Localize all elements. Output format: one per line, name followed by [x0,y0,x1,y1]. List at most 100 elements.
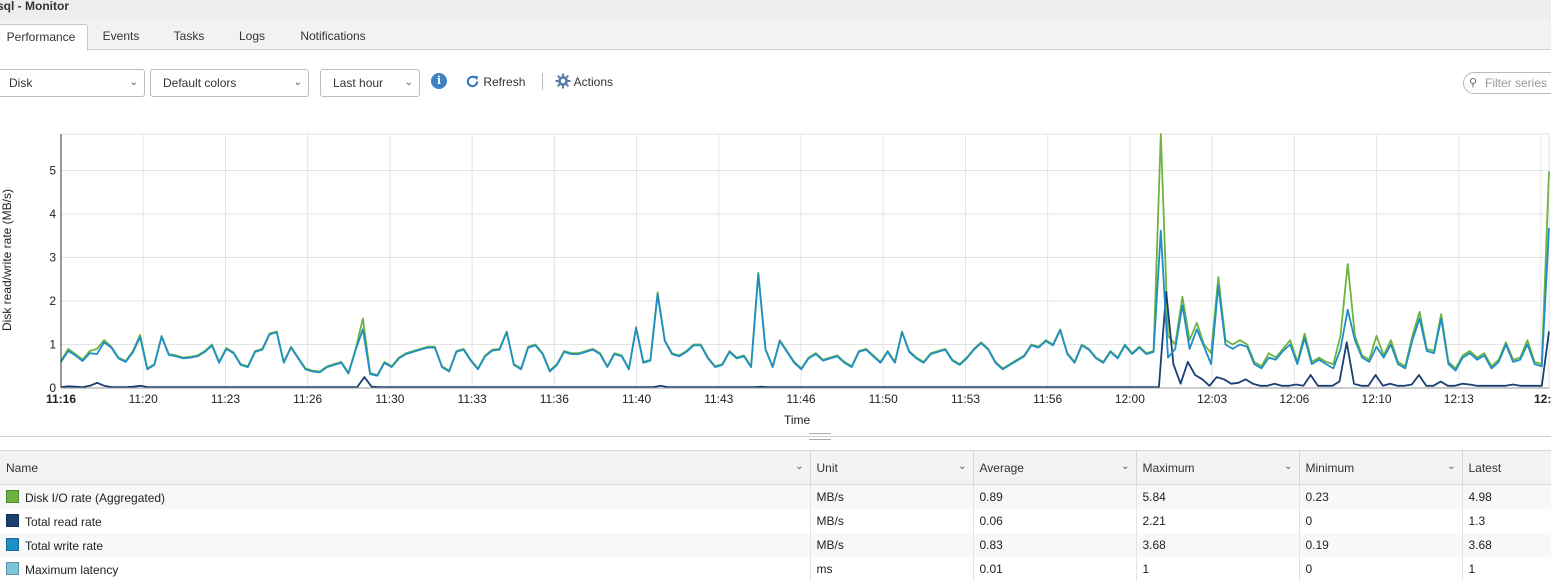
search-icon: ⚲ [1469,77,1478,89]
period-select[interactable]: Last hour ⌄ [320,69,420,97]
x-tick-label: 11:53 [951,392,980,406]
chevron-down-icon: ⌄ [293,77,302,88]
table-cell: Maximum latency [0,557,811,581]
table-cell: 0 [1299,557,1463,581]
chevron-down-icon: ⌄ [129,77,138,88]
cell-text: ms [816,562,833,576]
tab-tasks[interactable]: Tasks [166,25,212,48]
table-cell: ms [810,557,974,581]
actions-button[interactable]: Actions [555,72,613,92]
performance-chart: 01234511:16 11:20 11:23 11:26 11:30 11:33 11:3… [46,133,1551,406]
tab-notifications[interactable]: Notifications [292,25,374,48]
info-icon[interactable]: i [431,73,447,89]
metric-select-value: Disk [9,76,33,90]
y-axis-label: Disk read/write rate (MB/s) [0,188,14,332]
table-cell: 0 [1299,509,1463,533]
column-header-unit[interactable]: Unit ⌄ [810,450,974,485]
cell-text: 1 [1468,562,1476,576]
tab-logs[interactable]: Logs [232,25,272,48]
tab-bar: Performance Events Tasks Logs Notificati… [0,20,1551,51]
pane-divider [0,436,1551,437]
x-tick-label: 11:56 [1033,392,1062,406]
toolbar-separator [542,73,543,90]
cell-text: Total read rate [25,514,102,529]
table-cell: MB/s [810,509,974,533]
table-cell: 0.23 [1299,484,1463,509]
table-cell: Total read rate [0,509,811,533]
tab-events[interactable]: Events [96,25,146,48]
refresh-label: Refresh [483,75,526,89]
cell-text: Disk I/O rate (Aggregated) [25,490,166,505]
table-cell: 0.06 [973,509,1137,533]
column-header-minimum[interactable]: Minimum ⌄ [1299,450,1463,485]
x-tick-label: 11:20 [129,392,158,406]
metric-select[interactable]: Disk ⌄ [0,69,145,97]
table-row[interactable]: Total read rate MB/s 0.06 2.21 0 1.3 [0,509,1551,533]
x-tick-label: 11:23 [211,392,240,406]
column-header-maximum[interactable]: Maximum ⌄ [1136,450,1300,485]
cell-text: Maximum latency [25,562,119,577]
table-cell: 4.98 [1462,484,1551,509]
table-row[interactable]: Disk I/O rate (Aggregated) MB/s 0.89 5.84 0.… [0,484,1551,509]
x-tick-label: 11:43 [704,392,733,406]
cell-text: 0.01 [979,562,1003,576]
chevron-down-icon: ⌄ [1447,461,1456,472]
x-tick-label: 11:50 [869,392,898,406]
cell-text: 2.21 [1142,514,1166,528]
table-row[interactable]: Total write rate MB/s 0.83 3.68 0.19 3.68 [0,533,1551,557]
y-tick-label: 5 [49,164,56,178]
table-cell: 3.68 [1462,533,1551,557]
cell-text: 0 [1305,562,1313,576]
plot-background [60,133,1550,389]
y-tick-label: 3 [49,251,56,265]
refresh-button[interactable]: Refresh [465,72,525,92]
table-cell: 0.01 [973,557,1137,581]
table-cell: Total write rate [0,533,811,557]
y-tick-label: 1 [49,338,56,352]
tab-performance[interactable]: Performance [0,24,88,51]
series-color-swatch [6,537,19,551]
x-tick-label: 11:46 [786,392,815,406]
table-cell: MB/s [810,484,974,509]
table-row[interactable]: Maximum latency ms 0.01 1 0 1 [0,557,1551,581]
cell-text: 3.68 [1468,538,1492,552]
y-tick-label: 4 [49,207,56,221]
table-cell: 1 [1462,557,1551,581]
series-color-swatch [6,513,19,527]
series-color-swatch [6,489,19,503]
actions-label: Actions [573,75,614,89]
x-tick-label: 12:10 [1362,392,1392,406]
cell-text: 3.68 [1142,538,1166,552]
x-tick-label: 11:36 [540,392,569,406]
column-header-latest[interactable]: Latest [1462,450,1551,485]
colors-select[interactable]: Default colors ⌄ [150,69,309,97]
series-table: Name ⌄ Unit ⌄ Average ⌄ Maximum ⌄ Minimum ⌄ L… [0,450,1551,581]
table-cell: 5.84 [1136,484,1300,509]
table-cell: 0.83 [973,533,1137,557]
period-select-value: Last hour [333,76,384,90]
series-color-swatch [6,561,19,575]
cell-text: 0.23 [1305,490,1329,504]
filter-series-input[interactable]: ⚲ Filter series [1463,72,1551,94]
cell-text: 1 [1142,562,1150,576]
column-header-name[interactable]: Name ⌄ [0,450,811,485]
table-cell: 1 [1136,557,1300,581]
chevron-down-icon: ⌄ [404,77,413,88]
chevron-down-icon: ⌄ [1284,461,1293,472]
cell-text: Total write rate [25,538,104,553]
table-cell: 1.3 [1462,509,1551,533]
y-tick-label: 2 [49,294,56,308]
x-tick-label: 12:00 [1115,392,1145,406]
x-tick-label: 12: [1534,392,1551,406]
window-title: sql - Monitor [0,0,69,13]
resize-handle[interactable] [809,433,831,440]
x-axis-label: Time [784,413,811,427]
gear-icon [555,73,571,89]
colors-select-value: Default colors [163,76,237,90]
chevron-down-icon: ⌄ [795,461,804,472]
table-cell: 3.68 [1136,533,1300,557]
cell-text: 0 [1305,514,1313,528]
cell-text: 1.3 [1468,514,1486,528]
cell-text: 0.83 [979,538,1003,552]
column-header-average[interactable]: Average ⌄ [973,450,1137,485]
